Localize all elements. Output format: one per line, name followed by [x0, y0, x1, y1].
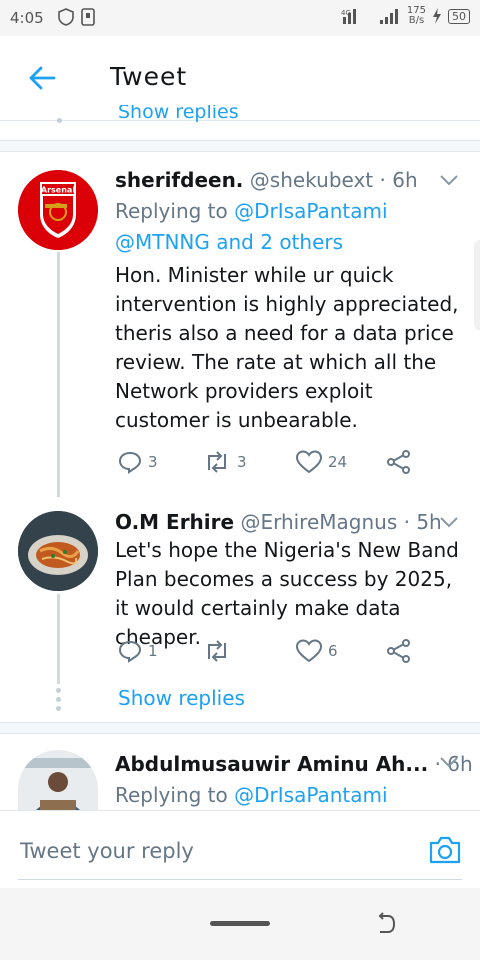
- user-handle[interactable]: @ErhireMagnus: [240, 510, 397, 534]
- reply-placeholder: Tweet your reply: [20, 839, 194, 863]
- tweet-header: sherifdeen. @shekubext · 6h: [115, 168, 418, 192]
- shield-icon: [58, 8, 74, 26]
- tweet-header: O.M Erhire @ErhireMagnus · 5h: [115, 510, 442, 534]
- heart-icon: [296, 450, 322, 474]
- back-gesture-icon[interactable]: [374, 912, 398, 936]
- reply-composer: Tweet your reply: [0, 810, 480, 889]
- thread-connector-line: [57, 252, 60, 497]
- retweet-count: 3: [237, 453, 247, 471]
- reply-count: 1: [148, 642, 158, 660]
- thread-dot: [57, 118, 62, 123]
- signal-strength-icon-2: [379, 9, 398, 24]
- camera-icon[interactable]: [428, 835, 462, 865]
- like-count: 24: [328, 453, 348, 471]
- network-speed: 175 B/s: [406, 5, 426, 26]
- svg-text:Arsenal: Arsenal: [41, 186, 75, 195]
- tweet-text: Let's hope the Nigeria's New Band Plan b…: [115, 538, 459, 649]
- mention-link[interactable]: @MTNNG and 2 others: [115, 230, 343, 254]
- tweet-text: Hon. Minister while ur quick interventio…: [115, 263, 459, 432]
- battery-level: 50: [448, 8, 470, 24]
- reply-input[interactable]: Tweet your reply: [18, 827, 462, 880]
- avatar[interactable]: Arsenal: [18, 170, 98, 250]
- home-gesture-bar[interactable]: [210, 921, 270, 926]
- tweet-actions: 1 6: [118, 639, 418, 665]
- share-icon: [387, 450, 410, 474]
- system-nav-bar: [0, 888, 480, 960]
- scrollbar[interactable]: [474, 240, 480, 330]
- chevron-down-icon[interactable]: [440, 756, 458, 768]
- reply-count: 3: [148, 453, 158, 471]
- avatar[interactable]: [18, 511, 98, 591]
- svg-text:4G: 4G: [341, 9, 351, 17]
- show-replies-link-partial[interactable]: Show replies: [118, 105, 239, 123]
- status-time: 4:05: [10, 9, 44, 27]
- avatar[interactable]: [18, 750, 98, 810]
- retweet-button[interactable]: 3: [203, 450, 247, 474]
- like-button[interactable]: 24: [296, 450, 347, 474]
- reply-button[interactable]: 1: [118, 639, 158, 663]
- status-bar: 4:05 4G 175 B/s 50: [0, 0, 480, 36]
- retweet-button[interactable]: [203, 639, 237, 663]
- food-photo-icon: [18, 511, 98, 591]
- share-button[interactable]: [386, 450, 412, 474]
- share-button[interactable]: [386, 639, 412, 663]
- thread-divider: [0, 722, 480, 734]
- user-handle[interactable]: @shekubext: [250, 168, 373, 192]
- heart-icon: [296, 639, 322, 663]
- arsenal-crest-icon: Arsenal: [18, 170, 98, 250]
- charging-icon: [433, 8, 441, 24]
- chevron-down-icon[interactable]: [440, 174, 458, 186]
- back-arrow-icon[interactable]: [28, 64, 56, 92]
- sim-card-icon: [81, 8, 95, 26]
- reply-button[interactable]: 3: [118, 450, 158, 474]
- thread-divider: [0, 140, 480, 152]
- mention-link[interactable]: @DrIsaPantami: [234, 783, 387, 807]
- like-count: 6: [328, 642, 338, 660]
- user-name[interactable]: sherifdeen.: [115, 168, 243, 192]
- tweet-time: · 5h: [403, 510, 442, 534]
- mention-link[interactable]: @DrIsaPantami: [234, 199, 387, 223]
- user-photo-icon: [18, 750, 98, 810]
- page-title: Tweet: [110, 62, 188, 91]
- tweet-header: Abdulmusauwir Aminu Ah... · 6h: [115, 752, 473, 776]
- chevron-down-icon[interactable]: [440, 516, 458, 528]
- retweet-icon: [208, 451, 226, 473]
- replying-to: Replying to @DrIsaPantami: [115, 783, 388, 807]
- like-button[interactable]: 6: [296, 639, 338, 663]
- user-name[interactable]: O.M Erhire: [115, 510, 234, 534]
- reply-icon: [118, 640, 142, 663]
- user-name[interactable]: Abdulmusauwir Aminu Ah...: [115, 752, 428, 776]
- retweet-icon: [208, 640, 226, 662]
- signal-strength-icon: 4G: [341, 9, 356, 24]
- tweet-time: · 6h: [379, 168, 418, 192]
- replying-to: Replying to @DrIsaPantami @MTNNG and 2 o…: [115, 199, 388, 254]
- tweet-actions: 3 3 24: [118, 450, 418, 476]
- reply-icon: [118, 451, 142, 474]
- more-replies-dots: [56, 688, 61, 715]
- show-replies-link[interactable]: Show replies: [118, 686, 245, 710]
- thread-connector-line: [57, 594, 60, 684]
- top-app-bar: Tweet: [0, 36, 480, 121]
- share-icon: [387, 639, 410, 663]
